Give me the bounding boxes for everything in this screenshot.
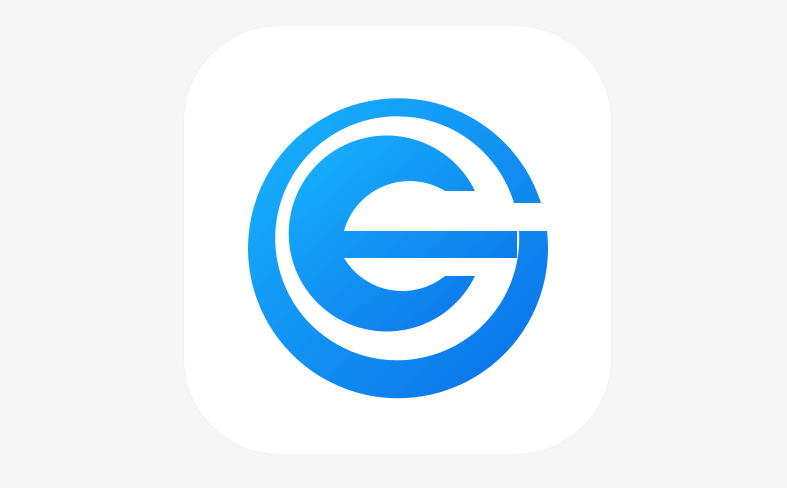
app-icon-tile[interactable]	[184, 26, 611, 454]
inner-c-shape	[288, 135, 517, 332]
cg-ring-logo-icon	[247, 98, 548, 399]
